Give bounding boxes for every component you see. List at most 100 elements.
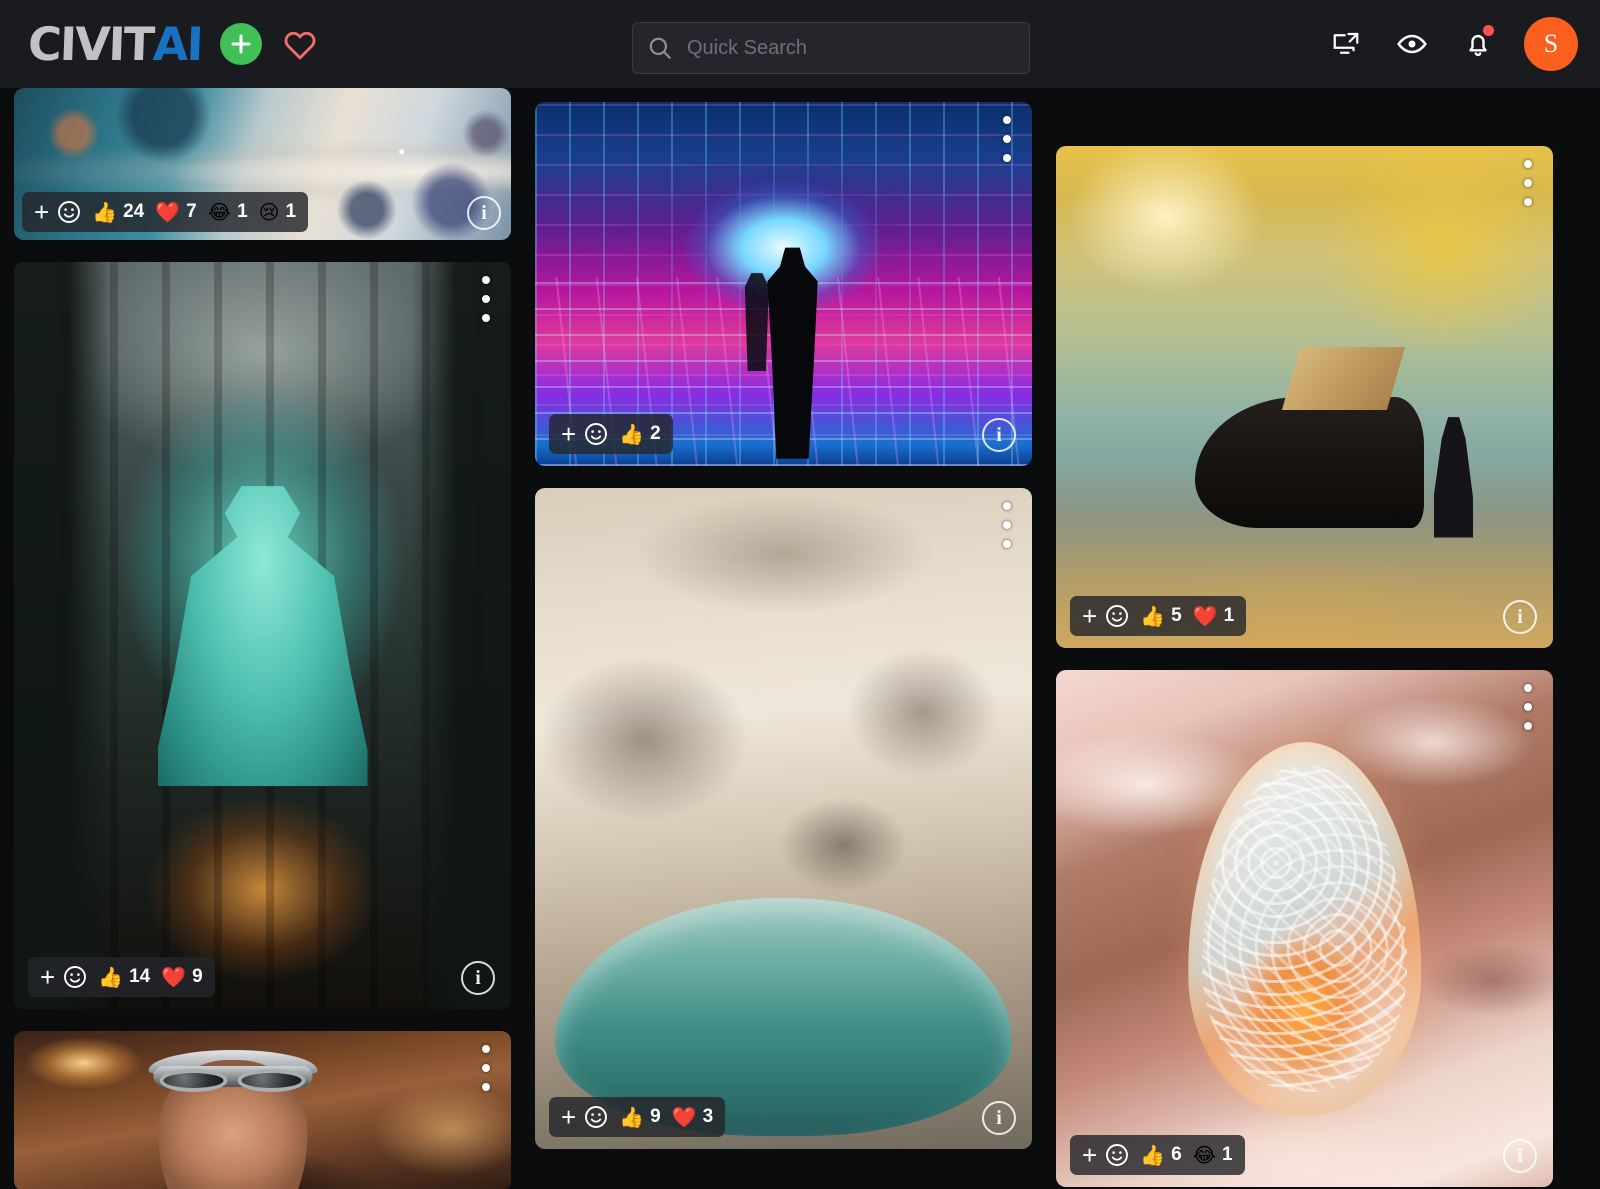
- reaction-laughing[interactable]: 😂 1: [208, 201, 248, 223]
- plus-icon: [231, 34, 251, 54]
- reaction-thumbs-up[interactable]: 👍 5: [1140, 605, 1181, 627]
- card-info-button[interactable]: i: [982, 1101, 1016, 1135]
- thumbs-up-count: 6: [1171, 1144, 1182, 1165]
- card-info-button[interactable]: i: [1503, 1139, 1537, 1173]
- thumbs-up-emoji: 👍: [619, 422, 645, 446]
- plus-icon: +: [561, 1102, 577, 1132]
- three-dots-vertical-icon: [1524, 179, 1532, 187]
- reaction-bar: + 👍 2: [549, 414, 673, 454]
- gallery-card[interactable]: [14, 1031, 511, 1189]
- app-header: CIVIT AI Quick Search S: [0, 0, 1600, 88]
- gallery-card[interactable]: + 👍 24 ❤️ 7 😂 1 😢 1 i: [14, 88, 511, 240]
- user-avatar[interactable]: S: [1524, 17, 1578, 71]
- reaction-heart[interactable]: ❤️ 9: [161, 966, 202, 988]
- three-dots-vertical-icon: [1003, 540, 1011, 548]
- heart-count: 1: [1223, 605, 1235, 626]
- favorites-button[interactable]: [280, 24, 320, 64]
- screen-share-icon: [1333, 32, 1359, 54]
- smiley-face-icon: [585, 1106, 608, 1128]
- reaction-heart[interactable]: ❤️ 3: [672, 1106, 713, 1128]
- reaction-bar: + 👍 24 ❤️ 7 😂 1 😢 1: [22, 192, 309, 232]
- gallery-card[interactable]: + 👍 9 ❤️ 3 i: [535, 488, 1032, 1149]
- civitai-logo[interactable]: CIVIT AI: [27, 17, 203, 71]
- browsing-level-button[interactable]: [1392, 24, 1432, 64]
- card-menu-button[interactable]: [996, 502, 1018, 548]
- column-3: + 👍 5 ❤️ 1 i + 👍 6 😂 1 i: [1056, 146, 1553, 1189]
- reaction-laughing[interactable]: 😂 1: [1193, 1144, 1233, 1166]
- screen-share-button[interactable]: [1326, 24, 1366, 64]
- reaction-heart[interactable]: ❤️ 7: [155, 201, 196, 223]
- thumbs-up-emoji: 👍: [1140, 604, 1166, 628]
- three-dots-vertical-icon: [1524, 684, 1532, 692]
- three-dots-vertical-icon: [482, 1045, 490, 1053]
- gallery-card[interactable]: + 👍 2 i: [535, 102, 1032, 466]
- card-info-button[interactable]: i: [461, 961, 495, 995]
- three-dots-vertical-icon: [1003, 135, 1011, 143]
- add-reaction-button[interactable]: +: [1082, 603, 1129, 629]
- crying-emoji: 😢: [258, 200, 280, 224]
- thumbs-up-emoji: 👍: [98, 965, 124, 989]
- notifications-button[interactable]: [1458, 24, 1498, 64]
- smiley-face-icon: [64, 966, 87, 988]
- thumbs-up-emoji: 👍: [1140, 1143, 1166, 1167]
- gallery-card[interactable]: + 👍 14 ❤️ 9 i: [14, 262, 511, 1009]
- logo-text-primary: CIVIT: [27, 17, 154, 71]
- notification-badge: [1483, 25, 1494, 36]
- three-dots-vertical-icon: [1003, 521, 1011, 529]
- add-reaction-button[interactable]: +: [561, 1104, 608, 1130]
- card-artwork: [1056, 146, 1553, 648]
- card-info-button[interactable]: i: [467, 196, 501, 230]
- reaction-thumbs-up[interactable]: 👍 9: [619, 1106, 660, 1128]
- decorative-egg: [1187, 742, 1422, 1115]
- header-actions: S: [1326, 0, 1578, 88]
- image-gallery: + 👍 24 ❤️ 7 😂 1 😢 1 i + 👍 14 ❤️ 9 i + 👍 2 i + 👍 9 ❤️ 3 i + 👍 5 ❤️ 1 i + 👍…: [0, 88, 1600, 1189]
- card-menu-button[interactable]: [1517, 160, 1539, 206]
- decorative-buddha: [157, 486, 368, 787]
- card-menu-button[interactable]: [475, 1045, 497, 1091]
- card-menu-button[interactable]: [1517, 684, 1539, 730]
- card-artwork: [14, 1031, 511, 1189]
- three-dots-vertical-icon: [482, 276, 490, 284]
- search-bar[interactable]: [632, 22, 1030, 74]
- reaction-thumbs-up[interactable]: 👍 24: [92, 201, 144, 223]
- add-reaction-button[interactable]: +: [1082, 1142, 1129, 1168]
- three-dots-vertical-icon: [1003, 154, 1011, 162]
- reaction-thumbs-up[interactable]: 👍 6: [1140, 1144, 1181, 1166]
- three-dots-vertical-icon: [1003, 502, 1011, 510]
- crying-count: 1: [285, 201, 297, 222]
- card-artwork: [535, 488, 1032, 1149]
- laughing-count: 1: [1222, 1144, 1233, 1165]
- thumbs-up-count: 14: [129, 966, 151, 987]
- reaction-heart[interactable]: ❤️ 1: [1193, 605, 1234, 627]
- gallery-card[interactable]: + 👍 5 ❤️ 1 i: [1056, 146, 1553, 648]
- reaction-crying[interactable]: 😢 1: [259, 201, 296, 223]
- heart-emoji: ❤️: [161, 965, 187, 989]
- heart-count: 7: [186, 201, 197, 222]
- heart-emoji: ❤️: [671, 1105, 697, 1129]
- three-dots-vertical-icon: [482, 1083, 490, 1091]
- create-button[interactable]: [219, 23, 262, 65]
- add-reaction-button[interactable]: +: [561, 421, 608, 447]
- column-2: + 👍 2 i + 👍 9 ❤️ 3 i: [535, 102, 1032, 1189]
- three-dots-vertical-icon: [1524, 198, 1532, 206]
- three-dots-vertical-icon: [482, 314, 490, 322]
- thumbs-up-emoji: 👍: [92, 200, 118, 224]
- heart-emoji: ❤️: [155, 200, 181, 224]
- thumbs-up-count: 24: [123, 201, 145, 222]
- reaction-thumbs-up[interactable]: 👍 2: [619, 423, 660, 445]
- add-reaction-button[interactable]: +: [34, 199, 81, 225]
- thumbs-up-count: 5: [1171, 605, 1182, 626]
- smiley-face-icon: [584, 1105, 608, 1129]
- gallery-card[interactable]: + 👍 6 😂 1 i: [1056, 670, 1553, 1187]
- card-menu-button[interactable]: [475, 276, 497, 322]
- card-info-button[interactable]: i: [982, 418, 1016, 452]
- three-dots-vertical-icon: [1524, 703, 1532, 711]
- thumbs-up-emoji: 👍: [619, 1105, 645, 1129]
- card-info-button[interactable]: i: [1503, 600, 1537, 634]
- card-menu-button[interactable]: [996, 116, 1018, 162]
- smiley-face-icon: [1105, 604, 1129, 628]
- reaction-thumbs-up[interactable]: 👍 14: [98, 966, 150, 988]
- search-input[interactable]: [687, 23, 1015, 73]
- add-reaction-button[interactable]: +: [40, 964, 87, 990]
- three-dots-vertical-icon: [1524, 160, 1532, 168]
